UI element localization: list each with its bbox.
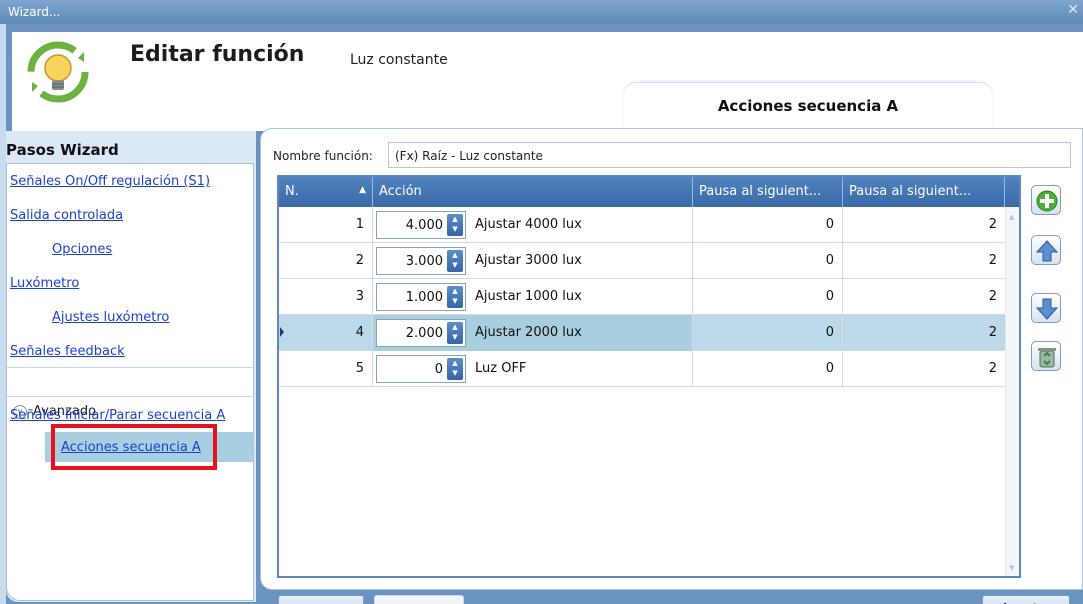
- table-header: N. ▲ Acción Pausa al siguient... Pausa a…: [279, 177, 1019, 207]
- cell-number: 3: [279, 279, 373, 315]
- wizard-header: Editar función Luz constante Acciones se…: [12, 32, 1083, 131]
- sidebar-steps-list: Señales On/Off regulación (S1) Salida co…: [6, 163, 254, 601]
- move-up-button[interactable]: [1031, 235, 1061, 265]
- stepper-arrows-icon[interactable]: ▲ ▼: [447, 250, 463, 272]
- action-label: Luz OFF: [475, 361, 527, 376]
- content-area: Nombre función: (Fx) Raíz - Luz constant…: [260, 128, 1083, 590]
- cell-number: 1: [279, 207, 373, 243]
- sidebar-item-senales-onoff[interactable]: Señales On/Off regulación (S1): [10, 174, 210, 189]
- stepper-value: 2.000: [405, 326, 443, 341]
- page-subtitle: Luz constante: [350, 52, 448, 68]
- stepper-value: 4.000: [405, 218, 443, 233]
- lightbulb-logo-icon: [27, 41, 89, 103]
- close-icon[interactable]: ✕: [1067, 2, 1079, 18]
- next-button[interactable]: >>>: [374, 595, 464, 604]
- cell-pause-1[interactable]: 0: [693, 243, 843, 279]
- function-name-label: Nombre función:: [273, 149, 373, 163]
- cell-action: 0 ▲ ▼ Luz OFF: [373, 351, 693, 387]
- action-label: Ajustar 4000 lux: [475, 217, 582, 232]
- column-header-pausa-2[interactable]: Pausa al siguient...: [843, 177, 1005, 207]
- cell-pause-1[interactable]: 0: [693, 315, 843, 351]
- sort-ascending-icon: ▲: [359, 185, 366, 195]
- cell-pause-2[interactable]: 2: [843, 351, 1005, 387]
- sidebar-item-luxometro[interactable]: Luxómetro: [10, 276, 79, 291]
- actions-table: N. ▲ Acción Pausa al siguient... Pausa a…: [277, 175, 1021, 578]
- value-stepper[interactable]: 3.000 ▲ ▼: [376, 247, 466, 275]
- window-titlebar: Wizard... ✕: [0, 0, 1083, 24]
- cell-pause-2[interactable]: 2: [843, 279, 1005, 315]
- action-label: Ajustar 1000 lux: [475, 289, 582, 304]
- cell-pause-1[interactable]: 0: [693, 279, 843, 315]
- move-down-button[interactable]: [1031, 293, 1061, 323]
- cell-pause-2[interactable]: 2: [843, 315, 1005, 351]
- stepper-arrows-icon[interactable]: ▲ ▼: [447, 358, 463, 380]
- cell-action: 1.000 ▲ ▼ Ajustar 1000 lux: [373, 279, 693, 315]
- stepper-value: 1.000: [405, 290, 443, 305]
- accept-button[interactable]: Aceptar: [982, 595, 1070, 604]
- cell-pause-1[interactable]: 0: [693, 207, 843, 243]
- stepper-arrows-icon[interactable]: ▲ ▼: [447, 286, 463, 308]
- stepper-value: 0: [434, 362, 443, 377]
- table-row[interactable]: 4 2.000 ▲ ▼ Ajustar 2000 lux 0 2: [279, 315, 1007, 351]
- sidebar-heading: Pasos Wizard: [6, 141, 119, 159]
- previous-button[interactable]: <<<: [278, 595, 364, 604]
- tab-current-step-label: Acciones secuencia A: [717, 97, 899, 115]
- cell-number: 2: [279, 243, 373, 279]
- tab-current-step: Acciones secuencia A: [624, 82, 992, 131]
- add-icon: [1036, 190, 1058, 212]
- sidebar-item-senales-feedback[interactable]: Señales feedback: [10, 344, 125, 359]
- cell-pause-2[interactable]: 2: [843, 207, 1005, 243]
- cell-action: 3.000 ▲ ▼ Ajustar 3000 lux: [373, 243, 693, 279]
- scroll-up-icon[interactable]: ▲: [1009, 213, 1014, 221]
- cell-action: 2.000 ▲ ▼ Ajustar 2000 lux: [373, 315, 693, 351]
- stepper-arrows-icon[interactable]: ▲ ▼: [447, 322, 463, 344]
- column-header-pausa-1[interactable]: Pausa al siguient...: [693, 177, 843, 207]
- column-header-n[interactable]: N. ▲: [279, 177, 373, 207]
- table-row[interactable]: 3 1.000 ▲ ▼ Ajustar 1000 lux 0 2: [279, 279, 1007, 315]
- cell-pause-1[interactable]: 0: [693, 351, 843, 387]
- value-stepper[interactable]: 0 ▲ ▼: [376, 355, 466, 383]
- table-row[interactable]: 2 3.000 ▲ ▼ Ajustar 3000 lux 0 2: [279, 243, 1007, 279]
- vertical-scrollbar[interactable]: ▲ ▼: [1005, 207, 1019, 576]
- scroll-down-icon[interactable]: ▼: [1009, 564, 1014, 572]
- main-panel: Nombre función: (Fx) Raíz - Luz constant…: [260, 128, 1083, 604]
- highlight-annotation-box: [51, 424, 217, 470]
- delete-row-button[interactable]: [1031, 341, 1061, 371]
- sidebar-divider: [7, 396, 253, 397]
- stepper-value: 3.000: [405, 254, 443, 269]
- page-title: Editar función: [130, 42, 305, 67]
- stepper-arrows-icon[interactable]: ▲ ▼: [447, 214, 463, 236]
- add-row-button[interactable]: [1031, 185, 1061, 215]
- cell-number: 4: [279, 315, 373, 351]
- window-title: Wizard...: [8, 5, 61, 19]
- function-name-field[interactable]: (Fx) Raíz - Luz constante: [388, 142, 1071, 168]
- cell-action: 4.000 ▲ ▼ Ajustar 4000 lux: [373, 207, 693, 243]
- sidebar-item-opciones[interactable]: Opciones: [52, 242, 112, 257]
- move-down-icon: [1035, 298, 1059, 320]
- cell-pause-2[interactable]: 2: [843, 243, 1005, 279]
- table-row[interactable]: 5 0 ▲ ▼ Luz OFF 0 2: [279, 351, 1007, 387]
- sidebar-item-salida-controlada[interactable]: Salida controlada: [10, 208, 123, 223]
- cell-number: 5: [279, 351, 373, 387]
- sidebar-divider: [7, 367, 253, 368]
- value-stepper[interactable]: 4.000 ▲ ▼: [376, 211, 466, 239]
- action-label: Ajustar 2000 lux: [475, 325, 582, 340]
- sidebar-item-ajustes-luxometro[interactable]: Ajustes luxómetro: [52, 310, 169, 325]
- move-up-icon: [1035, 240, 1059, 262]
- recycle-bin-icon: [1038, 348, 1056, 368]
- value-stepper[interactable]: 1.000 ▲ ▼: [376, 283, 466, 311]
- table-row[interactable]: 1 4.000 ▲ ▼ Ajustar 4000 lux 0 2: [279, 207, 1007, 243]
- action-label: Ajustar 3000 lux: [475, 253, 582, 268]
- wizard-steps-sidebar: Pasos Wizard Señales On/Off regulación (…: [6, 131, 256, 602]
- sidebar-item-senales-iniciar-parar[interactable]: Señales Iniciar/Parar secuencia A: [10, 408, 225, 423]
- value-stepper[interactable]: 2.000 ▲ ▼: [376, 319, 466, 347]
- column-header-accion[interactable]: Acción: [373, 177, 693, 207]
